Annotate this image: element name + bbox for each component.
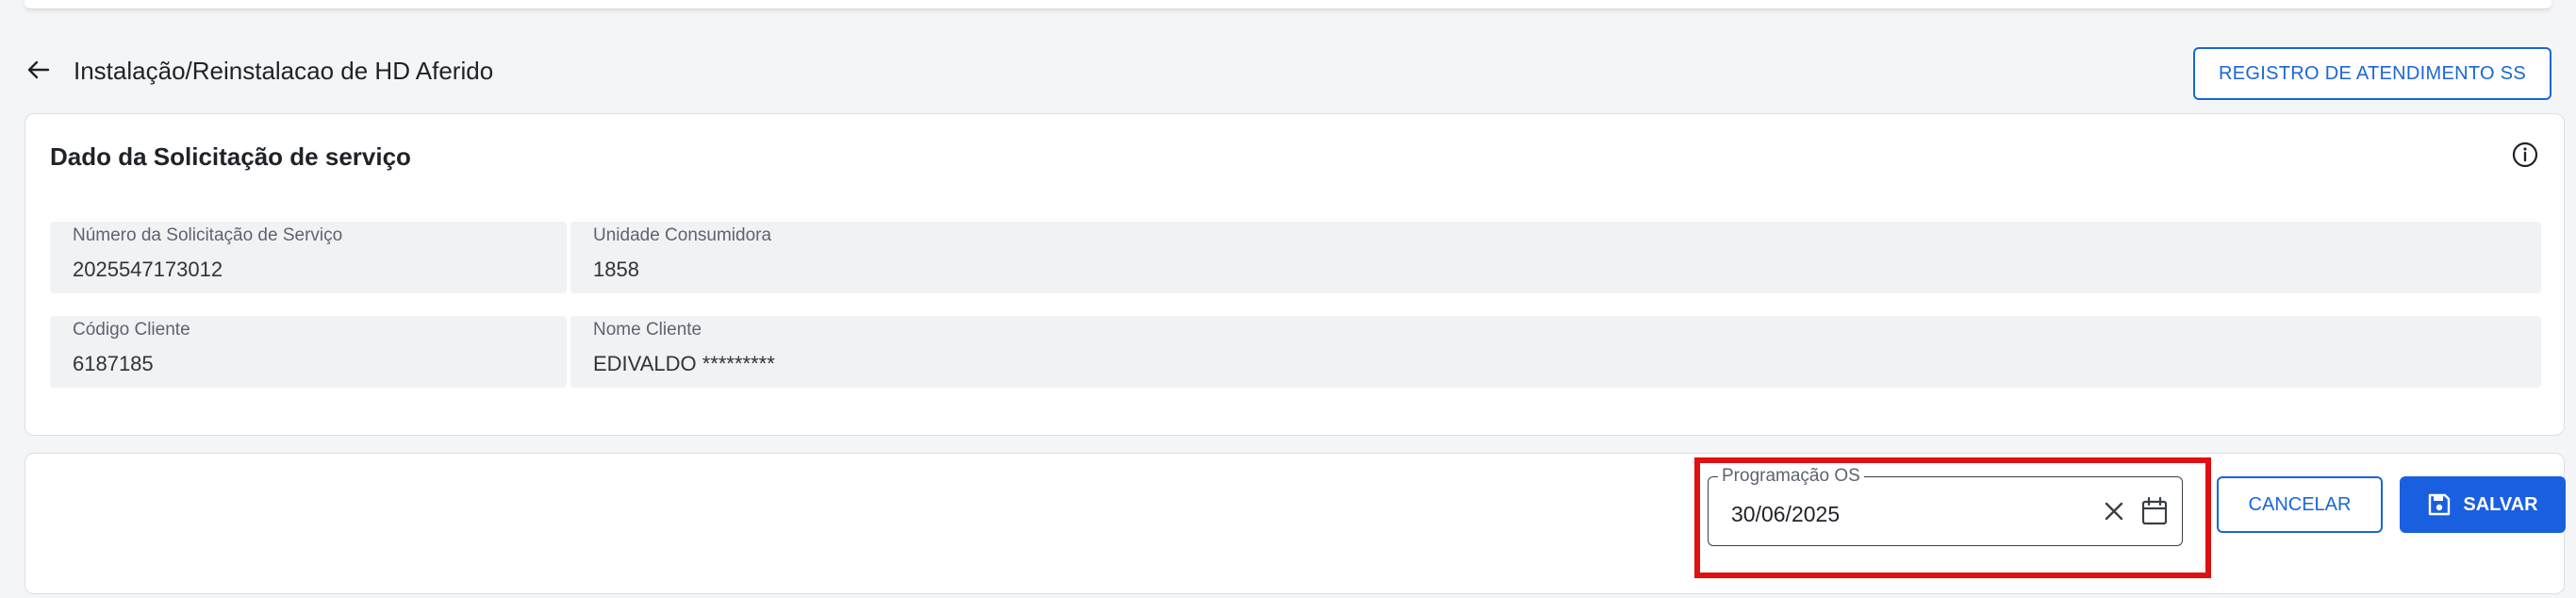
top-card-edge: [25, 0, 2551, 9]
field-value: EDIVALDO *********: [593, 352, 775, 375]
card-title: Dado da Solicitação de serviço: [50, 142, 411, 171]
field-label: Número da Solicitação de Serviço: [73, 225, 343, 246]
page-header: Instalação/Reinstalacao de HD Aferido RE…: [25, 47, 2551, 100]
date-field-value[interactable]: 30/06/2025: [1731, 502, 1840, 527]
field-value: 2025547173012: [73, 257, 223, 281]
unidade-consumidora-field: Unidade Consumidora 1858: [570, 222, 2541, 293]
numero-solicitacao-field: Número da Solicitação de Serviço 2025547…: [50, 222, 567, 293]
actions-card: Programação OS 30/06/2025 CANCELAR SALVA…: [25, 453, 2566, 594]
programacao-os-date-field[interactable]: Programação OS 30/06/2025: [1708, 466, 2183, 546]
codigo-cliente-field: Código Cliente 6187185: [50, 316, 567, 388]
save-button-label: SALVAR: [2463, 493, 2538, 515]
field-value: 1858: [593, 257, 639, 281]
floppy-disk-icon: [2427, 492, 2452, 517]
field-value: 6187185: [73, 352, 154, 375]
save-button[interactable]: SALVAR: [2400, 476, 2566, 533]
solicitacao-card: Dado da Solicitação de serviço Número da…: [25, 113, 2565, 436]
field-label: Unidade Consumidora: [593, 225, 772, 246]
arrow-left-icon[interactable]: [26, 58, 51, 81]
cancel-button[interactable]: CANCELAR: [2217, 476, 2383, 533]
registro-atendimento-button[interactable]: REGISTRO DE ATENDIMENTO SS: [2193, 47, 2551, 100]
info-icon[interactable]: [2511, 141, 2539, 169]
nome-cliente-field: Nome Cliente EDIVALDO *********: [570, 316, 2541, 388]
calendar-icon[interactable]: [2140, 496, 2169, 526]
field-label: Nome Cliente: [593, 320, 702, 341]
close-icon[interactable]: [2101, 498, 2127, 524]
field-label: Código Cliente: [73, 320, 190, 341]
date-field-label: Programação OS: [1718, 466, 1864, 487]
page-title: Instalação/Reinstalacao de HD Aferido: [74, 57, 494, 85]
